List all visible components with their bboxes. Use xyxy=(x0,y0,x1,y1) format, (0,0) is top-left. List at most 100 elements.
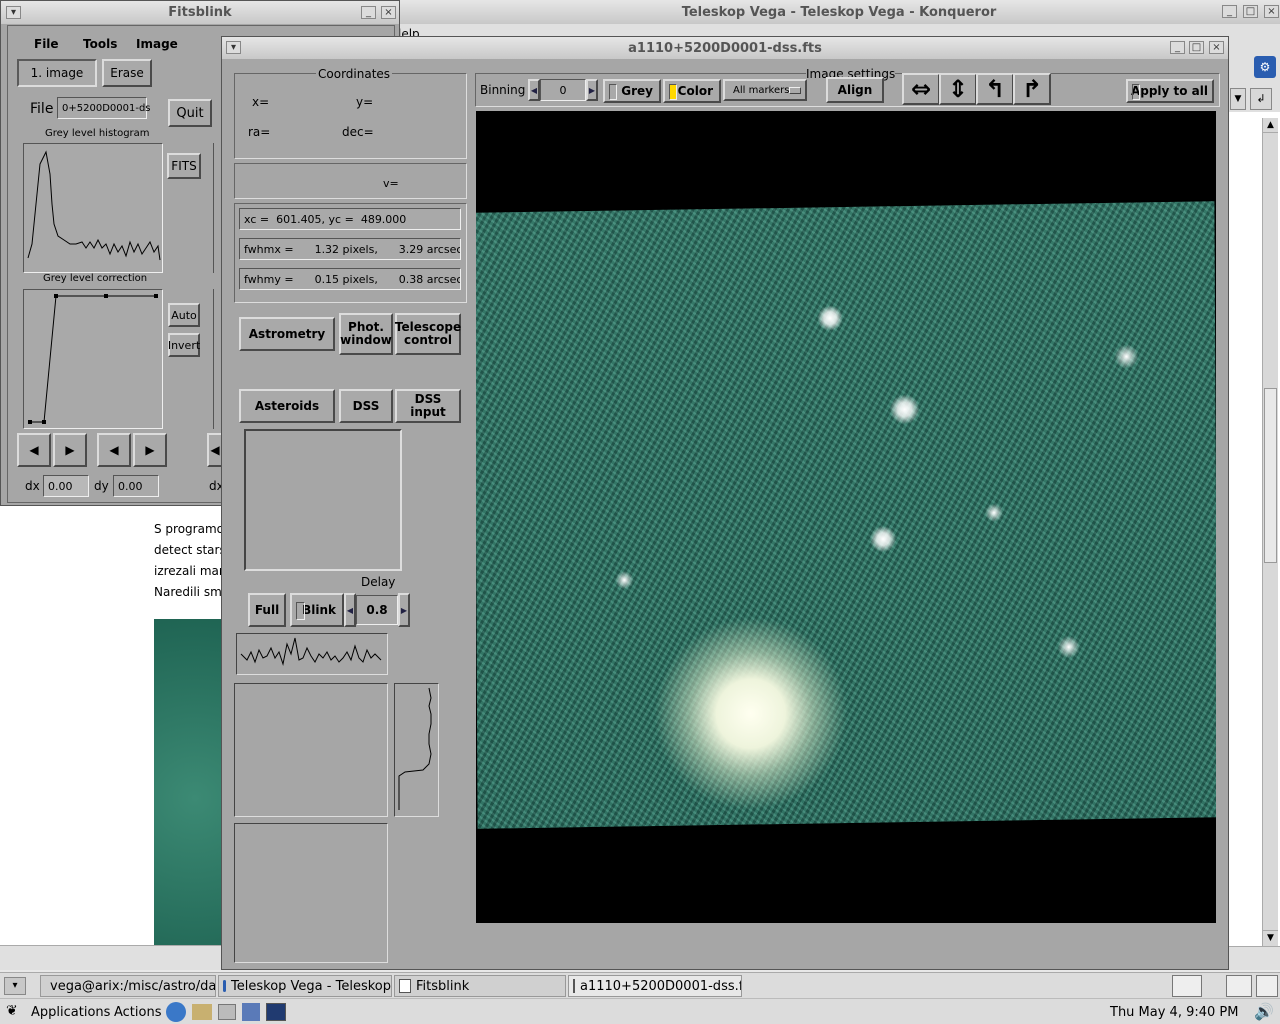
dss-input-label: DSS input xyxy=(410,392,446,419)
taskbar: ▾ vega@arix:/misc/astro/da Teleskop Vega… xyxy=(0,972,1280,998)
quit-button[interactable]: Quit xyxy=(168,99,212,127)
histogram-curve xyxy=(27,150,161,261)
erase-button[interactable]: Erase xyxy=(102,59,152,87)
telescope-control-button[interactable]: Telescope control xyxy=(395,313,461,355)
grey-toggle[interactable]: Grey xyxy=(603,79,661,103)
workspace-1-icon[interactable] xyxy=(1172,975,1202,997)
rotate-right-icon[interactable]: ↱ xyxy=(1013,73,1051,105)
applications-menu[interactable]: Applications xyxy=(31,1005,110,1020)
page-line-4: Naredili sm xyxy=(154,585,222,599)
workspace-2-icon[interactable] xyxy=(1226,975,1252,997)
spreadsheet-launcher-icon[interactable] xyxy=(242,1003,260,1021)
correction-plot[interactable] xyxy=(23,289,163,429)
blink-checkbox[interactable] xyxy=(296,602,305,620)
image-select-button[interactable]: 1. image xyxy=(17,59,97,87)
fitsblink-menu-icon[interactable]: ▾ xyxy=(6,6,21,19)
delay-increase-icon[interactable]: ▶ xyxy=(398,593,410,627)
next-right-icon[interactable]: ▶ xyxy=(53,433,87,467)
scroll-down-icon[interactable]: ▼ xyxy=(1263,930,1278,945)
color-toggle[interactable]: Color xyxy=(663,79,721,103)
task-terminal[interactable]: vega@arix:/misc/astro/da xyxy=(40,975,216,997)
fits-menu-icon[interactable]: ▾ xyxy=(226,41,241,54)
mail-launcher-icon[interactable] xyxy=(192,1004,212,1020)
browser-launcher-icon[interactable] xyxy=(166,1002,186,1022)
fits-image-canvas[interactable] xyxy=(476,111,1216,923)
fits-titlebar[interactable]: a1110+5200D0001-dss.fts xyxy=(222,37,1228,59)
shift-right-icon[interactable]: ▶ xyxy=(133,433,167,467)
apply-all-label: Apply to all xyxy=(1130,83,1208,98)
task-konqueror-label: Teleskop Vega - Teleskop xyxy=(231,978,391,994)
markers-dropdown-icon xyxy=(789,87,801,94)
grey-checkbox[interactable] xyxy=(609,84,617,100)
konqueror-title: Teleskop Vega - Teleskop Vega - Konquero… xyxy=(681,4,997,20)
konq-go-icon[interactable]: ⚙ xyxy=(1254,56,1276,78)
file-label: File xyxy=(30,101,54,117)
flip-vertical-icon[interactable]: ⇕ xyxy=(939,73,977,105)
taskbar-menu-icon[interactable]: ▾ xyxy=(4,977,26,995)
y-label: y= xyxy=(356,95,374,109)
rotate-left-icon[interactable]: ↰ xyxy=(976,73,1014,105)
fits-close-icon[interactable]: × xyxy=(1209,41,1224,54)
fitsblink-minimize-icon[interactable]: _ xyxy=(361,6,376,19)
color-checkbox[interactable] xyxy=(669,84,677,100)
konq-dropdown-icon[interactable]: ▼ xyxy=(1230,88,1246,110)
thumbnail-view[interactable] xyxy=(244,429,402,571)
binning-field[interactable]: 0 xyxy=(540,79,586,101)
dss-input-button[interactable]: DSS input xyxy=(395,389,461,423)
dss-button[interactable]: DSS xyxy=(339,389,393,423)
task-fitsblink[interactable]: Fitsblink xyxy=(394,975,566,997)
konqueror-titlebar[interactable]: Teleskop Vega - Teleskop Vega - Konquero… xyxy=(398,0,1280,24)
binning-decrease-icon[interactable]: ◀ xyxy=(528,79,540,101)
gnome-foot-icon[interactable]: ❦ xyxy=(6,1003,18,1019)
editor-launcher-icon[interactable] xyxy=(218,1004,236,1020)
invert-button[interactable]: Invert xyxy=(168,333,200,357)
coordinates-title: Coordinates xyxy=(316,67,393,81)
apply-all-toggle[interactable]: Apply to all xyxy=(1126,79,1214,103)
konq-dropdown2-icon[interactable]: ↲ xyxy=(1250,88,1272,110)
apply-all-checkbox[interactable] xyxy=(1132,84,1140,100)
blink-toggle[interactable]: Blink xyxy=(290,593,344,627)
menu-file[interactable]: File xyxy=(34,37,59,51)
minimize-icon[interactable]: _ xyxy=(1222,5,1237,18)
volume-icon[interactable]: 🔊 xyxy=(1254,1002,1274,1021)
terminal-launcher-icon[interactable] xyxy=(266,1003,286,1021)
maximize-icon[interactable]: □ xyxy=(1243,5,1258,18)
blink-label: Blink xyxy=(302,602,336,617)
delay-decrease-icon[interactable]: ◀ xyxy=(344,593,356,627)
asteroids-button[interactable]: Asteroids xyxy=(239,389,335,423)
astrometry-button[interactable]: Astrometry xyxy=(239,317,335,351)
fitsblink-close-icon[interactable]: × xyxy=(381,6,396,19)
binning-increase-icon[interactable]: ▶ xyxy=(586,79,598,101)
full-label: Full xyxy=(254,602,280,617)
dy-field[interactable]: 0.00 xyxy=(113,475,159,497)
auto-button[interactable]: Auto xyxy=(168,303,200,327)
scroll-thumb[interactable] xyxy=(1264,388,1277,563)
clock: Thu May 4, 9:40 PM xyxy=(1110,1005,1239,1020)
full-button[interactable]: Full xyxy=(248,593,286,627)
task-konqueror[interactable]: Teleskop Vega - Teleskop xyxy=(218,975,392,997)
coordinates-group xyxy=(234,73,467,159)
markers-dropdown[interactable]: All markers xyxy=(723,79,807,101)
workspace-3-icon[interactable] xyxy=(1256,975,1278,997)
flip-horizontal-icon[interactable]: ⇔ xyxy=(902,73,940,105)
page-line-2: detect stars xyxy=(154,543,226,557)
dx-field[interactable]: 0.00 xyxy=(43,475,89,497)
phot-window-button[interactable]: Phot. window xyxy=(339,313,393,355)
fits-minimize-icon[interactable]: _ xyxy=(1170,41,1185,54)
actions-menu[interactable]: Actions xyxy=(114,1005,162,1020)
task-fits[interactable]: a1110+5200D0001-dss.fts xyxy=(568,975,742,997)
menu-image[interactable]: Image xyxy=(136,37,178,51)
konq-scrollbar[interactable]: ▲ ▼ xyxy=(1262,118,1278,946)
align-button[interactable]: Align xyxy=(826,77,884,103)
fits-maximize-icon[interactable]: □ xyxy=(1189,41,1204,54)
close-icon[interactable]: × xyxy=(1264,5,1279,18)
delay-field[interactable]: 0.8 xyxy=(356,595,398,625)
fits-button[interactable]: FITS xyxy=(167,153,201,179)
star-field xyxy=(476,201,1216,829)
prev-left-icon[interactable]: ◀ xyxy=(17,433,51,467)
shift-left-icon[interactable]: ◀ xyxy=(97,433,131,467)
file-field[interactable]: 0+5200D0001-ds xyxy=(57,97,151,119)
scroll-up-icon[interactable]: ▲ xyxy=(1263,118,1278,133)
fitsblink-titlebar[interactable]: Fitsblink xyxy=(1,1,399,24)
menu-tools[interactable]: Tools xyxy=(83,37,117,51)
